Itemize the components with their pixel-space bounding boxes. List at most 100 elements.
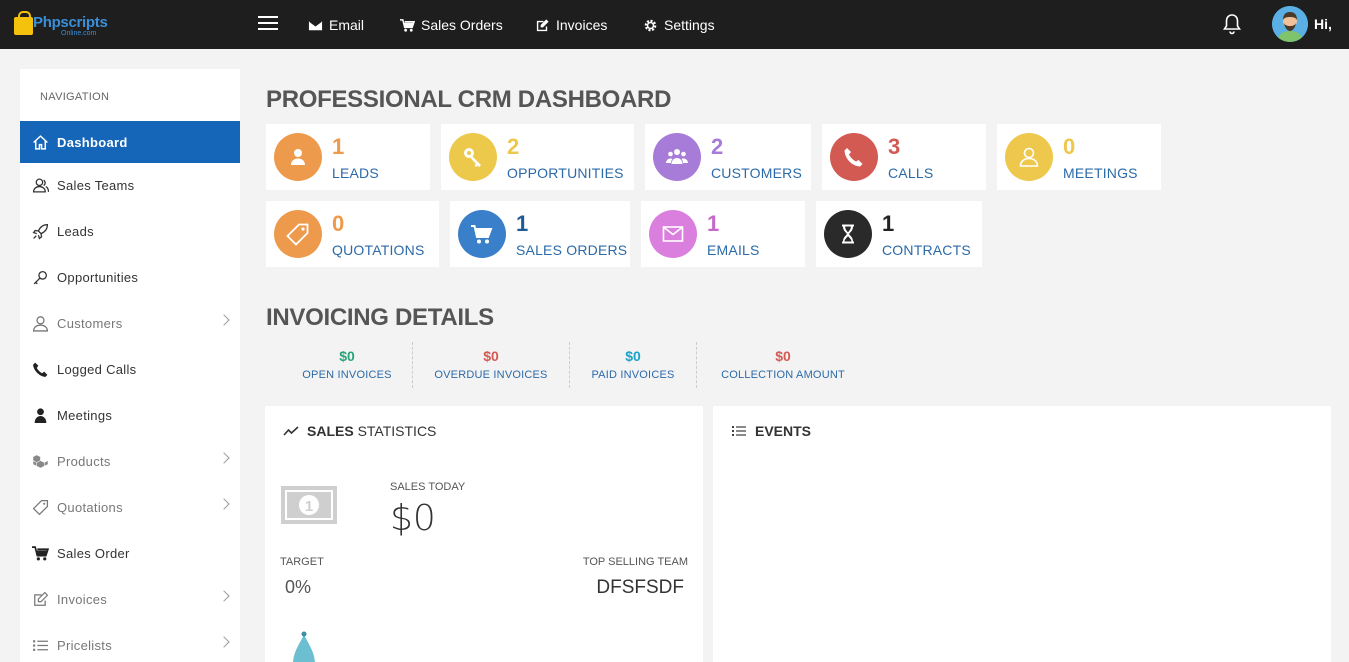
- invoice-open[interactable]: $0 OPEN INVOICES: [300, 348, 394, 381]
- sidebar-item-label: Logged Calls: [57, 361, 137, 377]
- sidebar-item-meetings[interactable]: Meetings: [20, 394, 240, 436]
- user-icon: [274, 133, 322, 181]
- sidebar-item-products[interactable]: Products: [20, 440, 240, 482]
- divider: [412, 342, 413, 388]
- chevron-right-icon: [218, 590, 230, 602]
- card-quotations[interactable]: 0 QUOTATIONS: [266, 201, 439, 267]
- nav-sales-orders-label: Sales Orders: [421, 17, 503, 33]
- menu-toggle-icon[interactable]: [258, 16, 278, 31]
- panel-title-rest: STATISTICS: [357, 423, 437, 439]
- nav-settings-label: Settings: [664, 17, 715, 33]
- envelope-icon: [649, 210, 697, 258]
- user-icon: [30, 314, 50, 332]
- users-icon: [30, 176, 50, 194]
- sidebar-item-logged-calls[interactable]: Logged Calls: [20, 348, 240, 390]
- sidebar-item-dashboard[interactable]: Dashboard: [20, 121, 240, 163]
- edit-icon: [30, 590, 50, 608]
- phone-icon: [30, 360, 50, 378]
- tag-icon: [274, 210, 322, 258]
- card-meetings[interactable]: 0 MEETINGS: [997, 124, 1161, 190]
- card-label: CALLS: [888, 165, 934, 181]
- money-bill-icon: 1: [281, 486, 337, 524]
- invoice-paid[interactable]: $0 PAID INVOICES: [588, 348, 678, 381]
- card-count: 2: [507, 134, 520, 159]
- avatar[interactable]: [1272, 6, 1308, 42]
- sales-statistics-panel: SALES STATISTICS 1 SALES TODAY $0 TARGET…: [265, 406, 703, 662]
- card-count: 0: [332, 211, 345, 236]
- users-icon: [653, 133, 701, 181]
- key-icon: [449, 133, 497, 181]
- envelope-icon: [308, 20, 323, 30]
- sidebar-item-label: Customers: [57, 315, 123, 331]
- card-count: 1: [882, 211, 895, 236]
- card-customers[interactable]: 2 CUSTOMERS: [645, 124, 811, 190]
- nav-invoices[interactable]: Invoices: [535, 16, 607, 34]
- invoice-collection[interactable]: $0 COLLECTION AMOUNT: [714, 348, 852, 381]
- list-icon: [30, 636, 50, 654]
- cart-icon: [458, 210, 506, 258]
- sales-today-value: $0: [390, 498, 436, 539]
- logo[interactable]: Phpscripts Online.com: [13, 10, 113, 40]
- nav-email[interactable]: Email: [308, 16, 364, 34]
- sidebar-item-customers[interactable]: Customers: [20, 302, 240, 344]
- user-greeting[interactable]: Hi,: [1314, 16, 1332, 32]
- bell-icon[interactable]: [1222, 13, 1242, 35]
- sidebar-item-pricelists[interactable]: Pricelists: [20, 624, 240, 662]
- logo-text: Phpscripts: [33, 14, 108, 31]
- sidebar-item-label: Sales Teams: [57, 177, 135, 193]
- card-label: CONTRACTS: [882, 242, 971, 258]
- invoice-value: $0: [775, 348, 791, 364]
- panel-header: EVENTS: [731, 423, 811, 439]
- nav-sales-orders[interactable]: Sales Orders: [400, 16, 503, 34]
- sidebar: NAVIGATION Dashboard Sales Teams Leads O…: [20, 69, 240, 662]
- sidebar-item-opportunities[interactable]: Opportunities: [20, 256, 240, 298]
- sidebar-item-label: Leads: [57, 223, 94, 239]
- sidebar-item-leads[interactable]: Leads: [20, 210, 240, 252]
- invoicing-title: INVOICING DETAILS: [266, 304, 494, 331]
- card-label: SALES ORDERS: [516, 242, 628, 258]
- list-icon: [732, 426, 746, 436]
- invoice-value: $0: [625, 348, 641, 364]
- invoice-value: $0: [339, 348, 355, 364]
- invoice-label: PAID INVOICES: [591, 369, 675, 381]
- cubes-icon: [30, 452, 50, 470]
- nav-settings[interactable]: Settings: [643, 16, 715, 34]
- chevron-right-icon: [218, 636, 230, 648]
- sidebar-item-quotations[interactable]: Quotations: [20, 486, 240, 528]
- sidebar-item-sales-order[interactable]: Sales Order: [20, 532, 240, 574]
- edit-icon: [536, 18, 549, 31]
- card-count: 2: [711, 134, 724, 159]
- card-label: CUSTOMERS: [711, 165, 802, 181]
- cart-icon: [400, 18, 415, 32]
- card-count: 1: [707, 211, 720, 236]
- page-title: PROFESSIONAL CRM DASHBOARD: [266, 86, 672, 113]
- sidebar-item-invoices[interactable]: Invoices: [20, 578, 240, 620]
- card-label: QUOTATIONS: [332, 242, 425, 258]
- card-label: OPPORTUNITIES: [507, 165, 624, 181]
- top-team-value: DFSFSDF: [596, 577, 684, 598]
- card-label: LEADS: [332, 165, 379, 181]
- rocket-icon: [30, 222, 50, 240]
- sales-today-label: SALES TODAY: [390, 481, 466, 493]
- card-contracts[interactable]: 1 CONTRACTS: [816, 201, 982, 267]
- tag-icon: [30, 498, 50, 516]
- card-leads[interactable]: 1 LEADS: [266, 124, 430, 190]
- key-icon: [30, 268, 50, 286]
- card-sales-orders[interactable]: 1 SALES ORDERS: [450, 201, 630, 267]
- cart-icon: [30, 544, 50, 562]
- card-count: 1: [516, 211, 529, 236]
- card-calls[interactable]: 3 CALLS: [822, 124, 986, 190]
- card-emails[interactable]: 1 EMAILS: [641, 201, 805, 267]
- user-outline-icon: [1005, 133, 1053, 181]
- card-label: EMAILS: [707, 242, 760, 258]
- sidebar-item-sales-teams[interactable]: Sales Teams: [20, 164, 240, 206]
- nav-invoices-label: Invoices: [556, 17, 608, 33]
- card-count: 1: [332, 134, 345, 159]
- card-label: MEETINGS: [1063, 165, 1138, 181]
- card-opportunities[interactable]: 2 OPPORTUNITIES: [441, 124, 634, 190]
- invoice-overdue[interactable]: $0 OVERDUE INVOICES: [432, 348, 550, 381]
- svg-text:1: 1: [305, 498, 313, 515]
- sidebar-item-label: Quotations: [57, 499, 123, 515]
- sidebar-item-label: Invoices: [57, 591, 108, 607]
- chevron-right-icon: [218, 452, 230, 464]
